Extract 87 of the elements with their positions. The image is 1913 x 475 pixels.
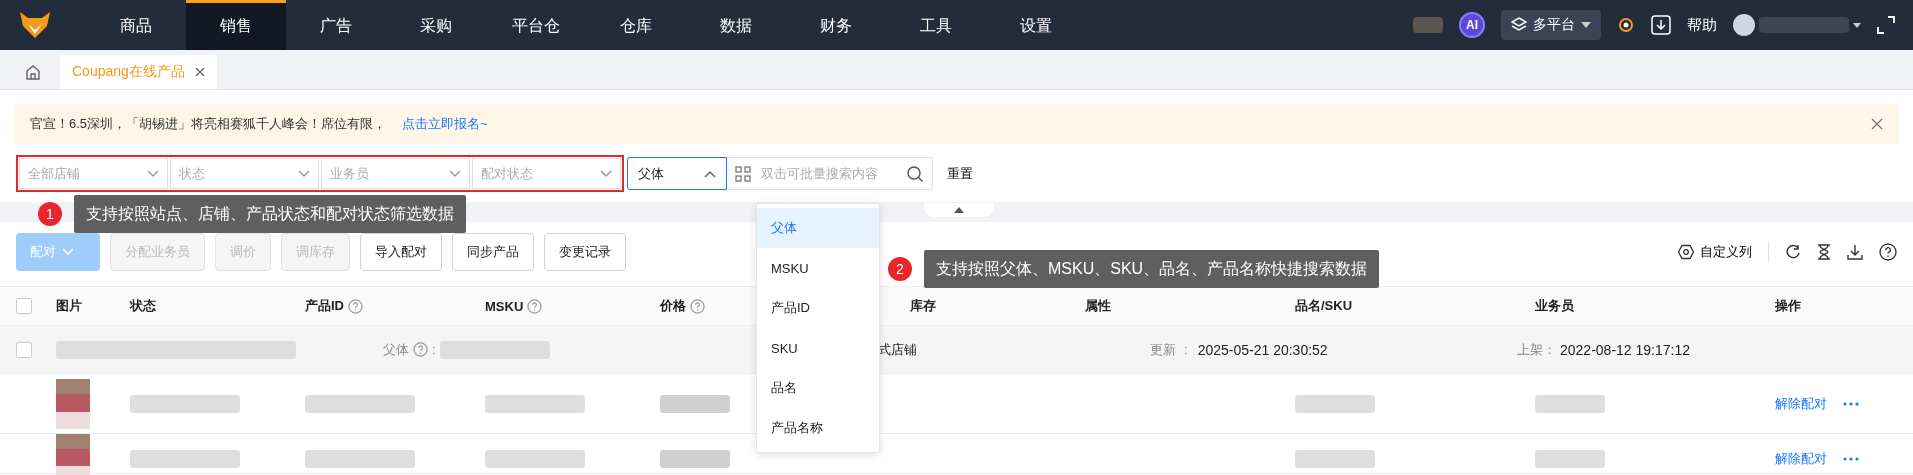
hourglass-icon[interactable] <box>1817 244 1831 260</box>
unpair-link[interactable]: 解除配对 <box>1775 394 1827 413</box>
menu-option[interactable]: 产品名称 <box>757 408 879 448</box>
custom-columns-button[interactable]: 自定义列 <box>1678 243 1752 261</box>
nav-item[interactable]: 财务 <box>786 0 886 50</box>
platform-select[interactable]: 多平台 <box>1501 10 1601 40</box>
updated-time: 2025-05-21 20:30:52 <box>1197 341 1328 358</box>
redacted-block <box>1535 394 1605 413</box>
nav-item[interactable]: 数据 <box>686 0 786 50</box>
fullscreen-icon[interactable] <box>1877 16 1895 34</box>
step-number: 2 <box>888 257 912 281</box>
layers-icon <box>1511 17 1527 33</box>
search-field[interactable]: 双击可批量搜索内容 <box>727 157 933 190</box>
column-header: 业务员 <box>1535 297 1575 315</box>
help-icon[interactable] <box>1879 243 1897 261</box>
updated-label: 更新 <box>1150 340 1176 359</box>
chevron-up-icon <box>704 169 716 178</box>
column-header: 属性 <box>1085 297 1112 315</box>
redacted-block <box>660 394 730 413</box>
menu-option[interactable]: MSKU <box>757 248 879 288</box>
menu-option[interactable]: 品名 <box>757 368 879 408</box>
chevron-down-icon <box>600 169 612 178</box>
toolbar-button[interactable]: 变更记录 <box>544 233 626 271</box>
store-text: 式店铺 <box>878 340 917 359</box>
colon: : <box>432 342 436 357</box>
caret-down-icon[interactable] <box>1853 22 1861 28</box>
nav-item[interactable]: 设置 <box>986 0 1086 50</box>
chevron-down-icon <box>449 169 461 178</box>
download-icon[interactable] <box>1847 244 1863 260</box>
nav-item[interactable]: 商品 <box>86 0 186 50</box>
colon: : <box>1184 342 1188 357</box>
column-header: MSKU <box>485 298 660 314</box>
photo-placeholder <box>56 434 90 475</box>
toolbar-button[interactable]: 同步产品 <box>452 233 534 271</box>
fox-logo-icon[interactable] <box>18 10 52 40</box>
home-icon <box>25 64 41 80</box>
refresh-icon[interactable] <box>1785 244 1801 260</box>
nav-item[interactable]: 采购 <box>386 0 486 50</box>
column-header: 品名/SKU <box>1295 297 1354 315</box>
signup-link[interactable]: 点击立即报名~ <box>402 115 488 133</box>
redacted-block <box>660 450 730 468</box>
toolbar-button[interactable]: 导入配对 <box>360 233 442 271</box>
step-number: 1 <box>38 202 62 226</box>
listed-time: 2022-08-12 19:17:12 <box>1560 341 1690 358</box>
menu-option[interactable]: 父体 <box>757 208 879 248</box>
column-header: 状态 <box>130 297 157 315</box>
listed-label: 上架： <box>1517 340 1556 359</box>
caret-up-icon <box>954 207 964 213</box>
tooltip: 支持按照父体、MSKU、SKU、品名、产品名称快捷搜索数据 <box>924 250 1380 288</box>
nav-item[interactable]: 仓库 <box>586 0 686 50</box>
unpair-link[interactable]: 解除配对 <box>1775 450 1827 468</box>
menu-option[interactable]: SKU <box>757 328 879 368</box>
chevron-down-icon <box>62 248 74 256</box>
parent-label: 父体 <box>383 340 409 359</box>
banner-text: 官宣！6.5深圳，「胡锡进」将亮相赛狐千人峰会！席位有限， <box>30 115 387 133</box>
redacted-block <box>1413 17 1443 33</box>
ai-badge[interactable]: AI <box>1459 12 1485 38</box>
help-icon <box>413 342 428 357</box>
nav-item[interactable]: 广告 <box>286 0 386 50</box>
checkbox[interactable] <box>16 298 32 314</box>
help-link[interactable]: 帮助 <box>1687 15 1717 35</box>
chevron-down-icon <box>147 169 159 178</box>
nav-item[interactable]: 工具 <box>886 0 986 50</box>
caret-down-icon <box>1581 22 1591 28</box>
column-header: 库存 <box>910 297 937 315</box>
search-mode-select[interactable]: 父体 <box>627 157 727 190</box>
close-icon[interactable] <box>1871 118 1883 130</box>
column-header: 产品ID <box>305 297 485 315</box>
checkbox[interactable] <box>16 341 32 358</box>
avatar[interactable] <box>1733 14 1755 36</box>
grid-icon <box>735 165 751 182</box>
collapse-tab[interactable] <box>924 203 994 217</box>
close-icon[interactable] <box>194 67 205 77</box>
nav-item[interactable]: 销售 <box>186 0 286 50</box>
redacted-block <box>1535 450 1605 468</box>
tooltip: 支持按照站点、店铺、产品状态和配对状态筛选数据 <box>74 195 466 233</box>
nav-item[interactable]: 平台仓 <box>486 0 586 50</box>
menu-option[interactable]: 产品ID <box>757 288 879 328</box>
more-icon[interactable] <box>1843 457 1859 461</box>
column-header: 图片 <box>56 297 83 315</box>
more-icon[interactable] <box>1843 401 1859 406</box>
chevron-down-icon <box>298 169 310 178</box>
hexagon-gear-icon <box>1678 244 1694 260</box>
photo-placeholder <box>56 378 90 429</box>
search-icon[interactable] <box>906 164 924 183</box>
reset-button[interactable]: 重置 <box>941 163 979 184</box>
column-header: 操作 <box>1775 297 1802 315</box>
